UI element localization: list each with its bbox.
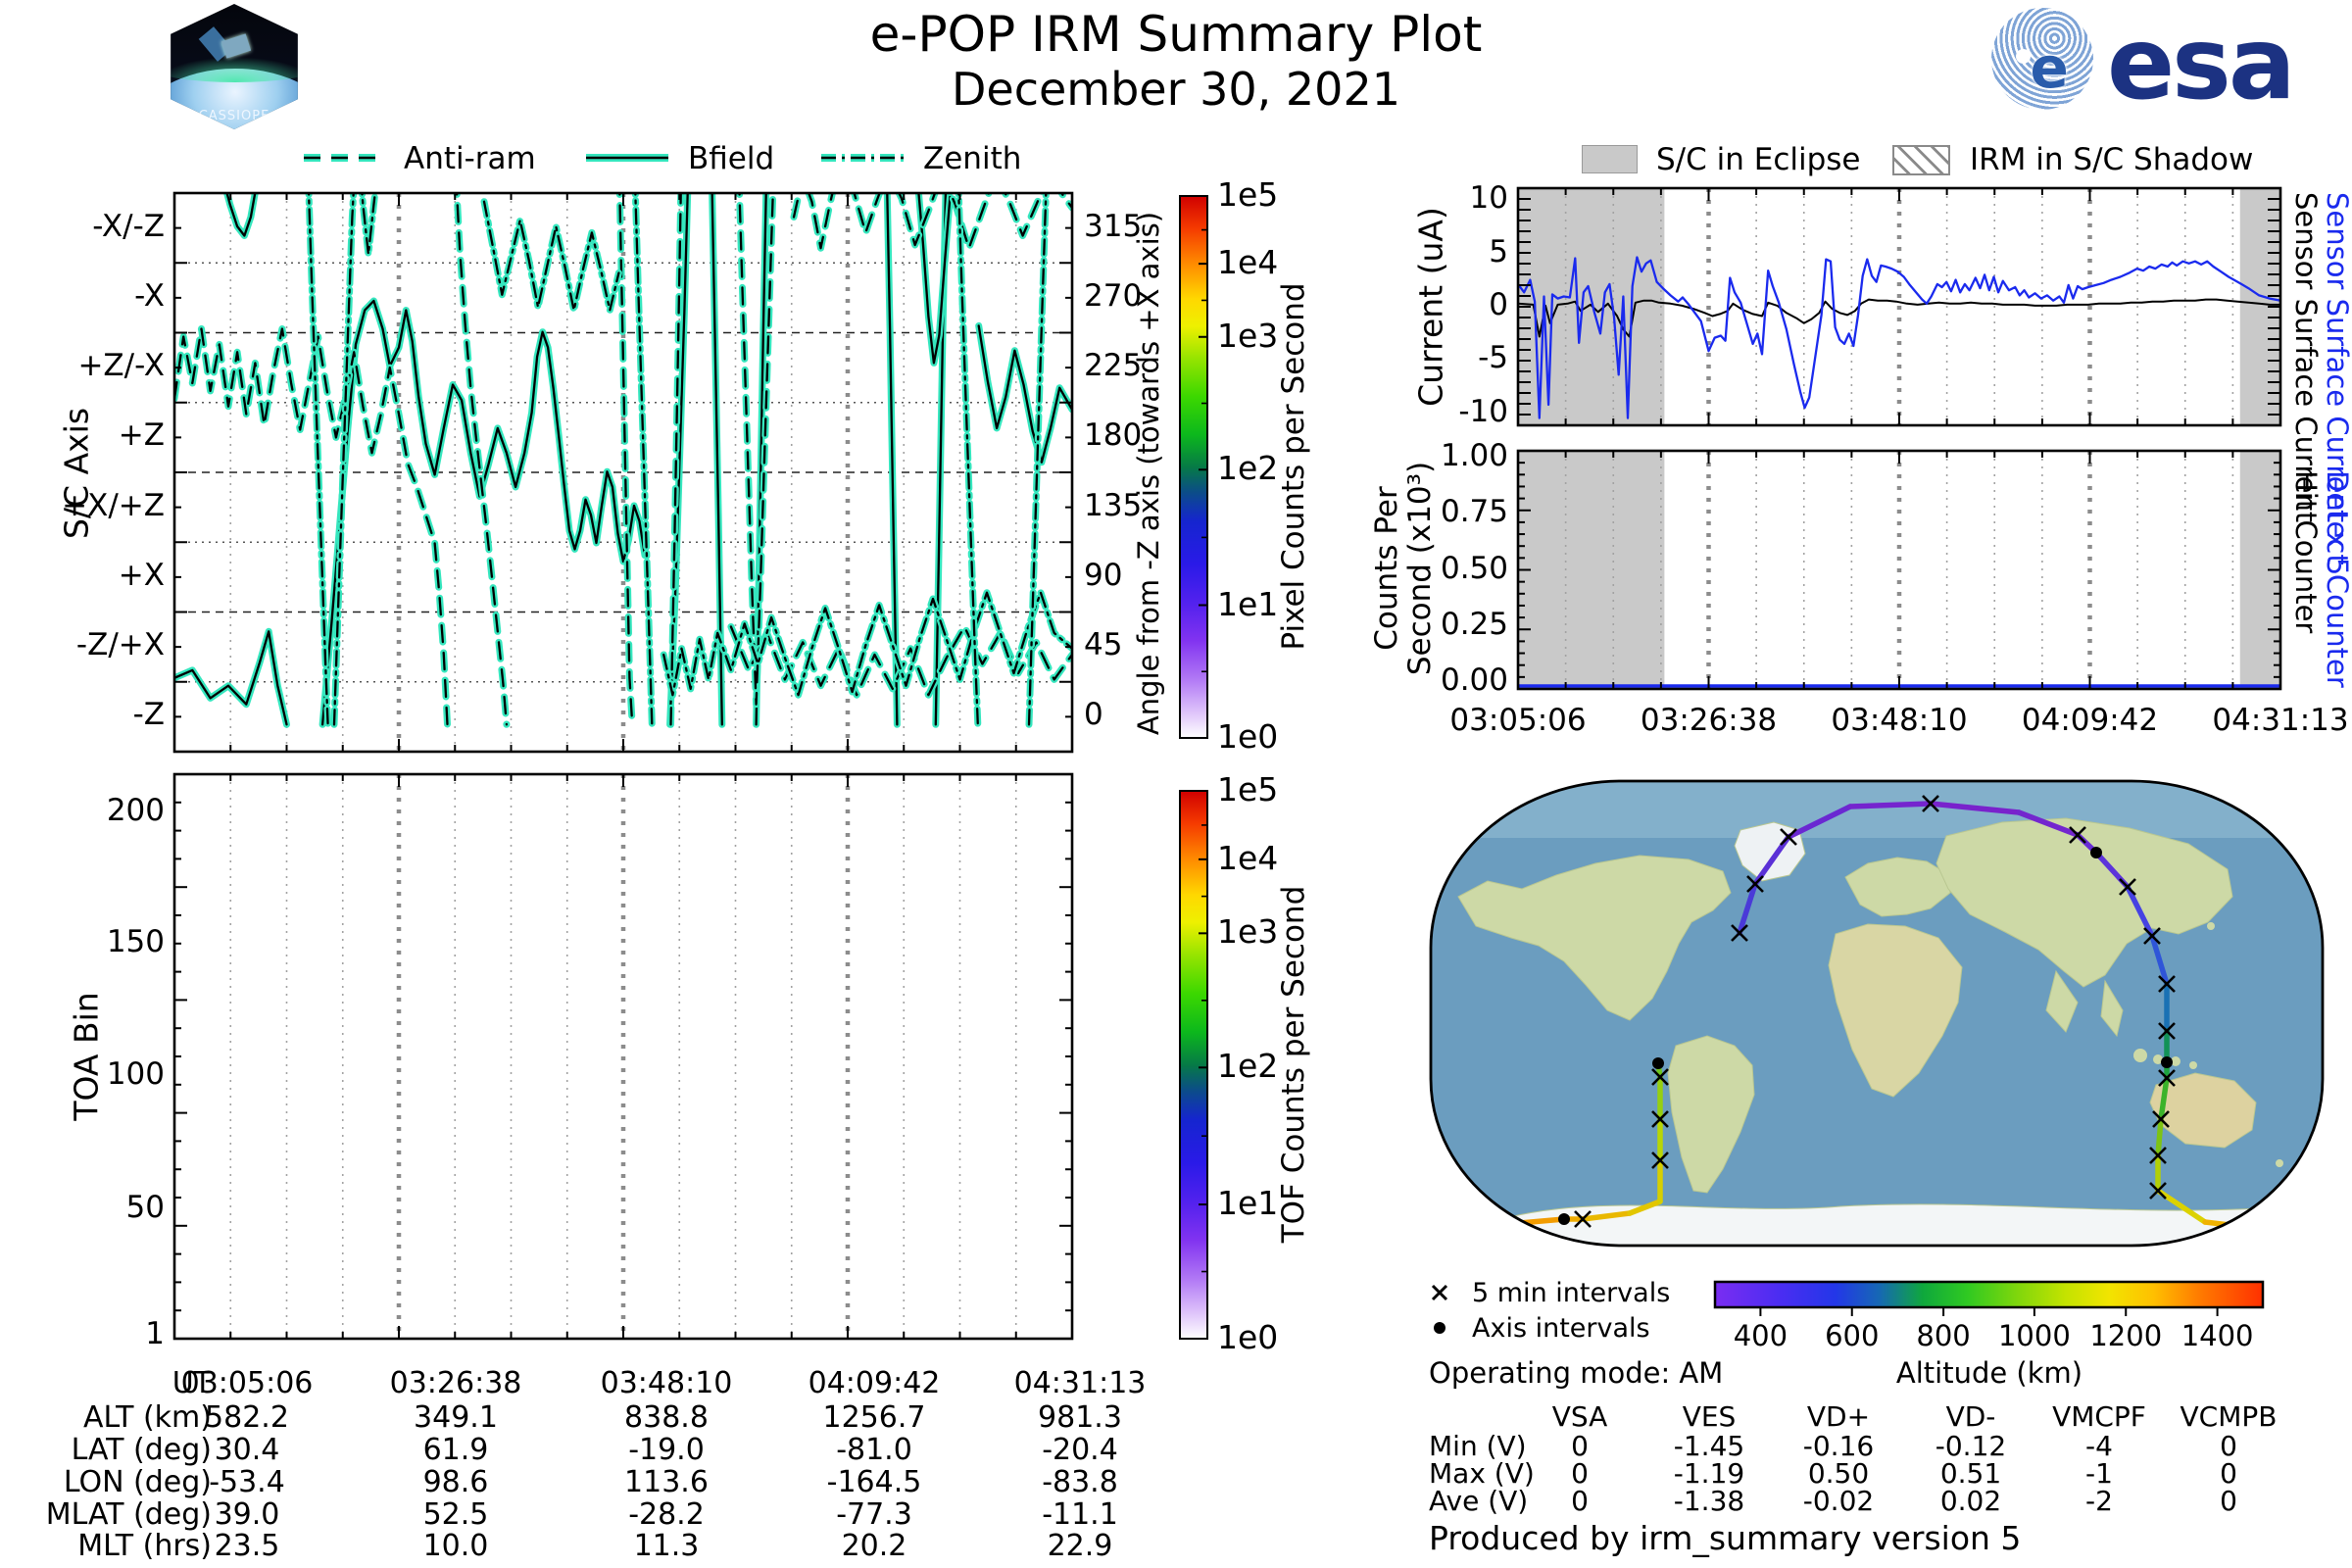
angle-ytick: 0 [1084,697,1103,733]
cb-tick-label: 1e0 [1217,717,1279,756]
info-cell: -83.8 [1042,1465,1118,1499]
info-cell: 11.3 [633,1529,700,1563]
legend-x-marker [1431,1284,1448,1301]
info-cell: 10.0 [422,1529,489,1563]
info-cell: -53.4 [209,1465,285,1499]
cb-tick-label: 1e2 [1217,1047,1279,1086]
info-cell: -81.0 [836,1433,912,1467]
attitude-ytick: +Z/-X [77,348,165,384]
dot-marker [2090,847,2102,858]
info-cell: 981.3 [1038,1400,1122,1435]
counts-ytick: 0.00 [1440,662,1508,698]
toa-ytick: 150 [106,923,165,959]
attitude-ytick: +X/+Z [62,487,165,523]
info-cell: 04:09:42 [808,1366,941,1400]
cb-tick-label: 1e4 [1217,838,1279,877]
eclipse-band [1518,451,1665,689]
info-cell: 1256.7 [822,1400,926,1435]
info-cell: 03:48:10 [600,1366,733,1400]
angle-ytick: 270 [1084,277,1143,314]
info-cell: 03:26:38 [389,1366,522,1400]
attitude-ytick: -X [134,277,165,314]
toa-ytick: 200 [106,793,165,829]
current-ytick: -5 [1478,340,1508,376]
legend-dot-marker [1434,1322,1446,1334]
altitude-colorbar [1713,1280,2265,1309]
map-island [2189,1061,2197,1069]
attitude-ytick: +Z [118,417,165,454]
ground-track-segment [2269,1227,2323,1235]
info-cell: -19.0 [628,1433,705,1467]
counts-ytick: 0.25 [1440,606,1508,642]
voltage-cell: 0 [2220,1485,2237,1517]
dot-marker [1558,1213,1570,1225]
map-landmass [1466,1203,2293,1246]
time-xtick: 03:05:06 [1449,703,1587,738]
info-cell: -28.2 [628,1497,705,1532]
counts-ytick: 1.00 [1440,438,1508,474]
map-content [1431,781,2323,1246]
info-cell: 39.0 [214,1497,280,1532]
angle-ytick: 90 [1084,557,1123,593]
counts-ytick: 0.50 [1440,550,1508,586]
info-cell: 20.2 [841,1529,907,1563]
time-xtick: 03:48:10 [1831,703,1968,738]
attitude-ytick: -X/-Z [92,208,165,244]
current-ytick: 10 [1469,180,1508,217]
map-island [2207,922,2215,930]
cb-tick-label: 1e3 [1217,912,1279,952]
info-cell: 30.4 [214,1433,280,1467]
info-cell: 03:05:06 [180,1366,314,1400]
map-island [2276,1159,2283,1167]
dot-marker [1652,1057,1664,1069]
angle-ytick: 315 [1084,208,1143,244]
angle-ytick: 225 [1084,348,1143,384]
angle-ytick: 135 [1084,487,1143,523]
pixel-colorbar [1179,195,1208,739]
cb-tick-label: 1e5 [1217,770,1279,808]
alt-tick-label: 1400 [2180,1319,2254,1352]
info-cell: -164.5 [826,1465,922,1499]
info-cell: -11.1 [1042,1497,1118,1532]
dot-marker [2161,1056,2173,1068]
info-cell: 582.2 [205,1400,289,1435]
info-cell: 52.5 [422,1497,489,1532]
info-cell: 23.5 [214,1529,280,1563]
voltage-col-header: VCMPB [2180,1400,2278,1433]
time-xtick: 04:09:42 [2021,703,2159,738]
ground-track-segment [2155,1116,2164,1158]
info-cell: 98.6 [422,1465,489,1499]
toa-ytick: 1 [145,1316,165,1352]
cb-tick-label: 1e1 [1217,1184,1279,1223]
time-xtick: 03:26:38 [1640,703,1778,738]
info-cell: -77.3 [836,1497,912,1532]
current-ytick: 5 [1489,233,1508,270]
figure: CASSIOPE e-POP IRM Summary Plot December… [0,0,2352,1568]
tof-colorbar [1179,790,1208,1340]
current-ytick: -10 [1458,393,1508,429]
ground-track-segment [1847,801,1934,809]
toa-ytick: 50 [125,1189,165,1225]
info-cell: 61.9 [422,1433,489,1467]
time-xtick: 04:31:13 [2212,703,2349,738]
info-cell: 838.8 [624,1400,709,1435]
attitude-ytick: -Z [132,697,165,733]
cb-tick-label: 1e0 [1217,1318,1279,1356]
info-cell: 22.9 [1047,1529,1113,1563]
angle-ytick: 45 [1084,627,1123,663]
attitude-ytick: +X [118,557,165,593]
info-cell: 113.6 [624,1465,709,1499]
attitude-ytick: -Z/+X [75,627,165,663]
info-cell: -20.4 [1042,1433,1118,1467]
info-cell: 349.1 [414,1400,498,1435]
angle-ytick: 180 [1084,417,1143,454]
toa-ytick: 100 [106,1056,165,1093]
current-ytick: 0 [1489,287,1508,322]
info-cell: 04:31:13 [1013,1366,1147,1400]
map-island [2133,1049,2147,1062]
counts-ytick: 0.75 [1440,494,1508,530]
